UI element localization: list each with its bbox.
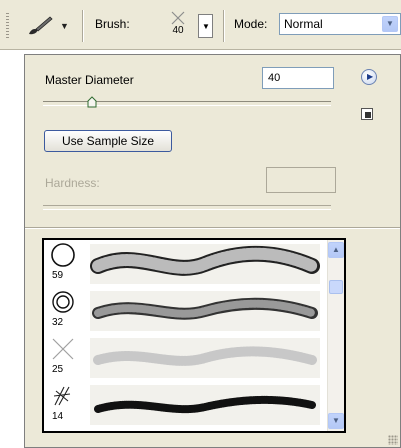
mode-label: Mode: [234, 17, 268, 31]
hardness-slider [43, 205, 331, 210]
preset-size-label: 32 [52, 317, 64, 328]
tool-preset-dropdown-icon[interactable]: ▼ [60, 21, 69, 31]
options-bar: ▼ Brush: 40 ▼ Mode: Normal ▼ [0, 0, 401, 50]
brush-preset-list: 59 32 25 14 ▲ ▼ [42, 238, 346, 433]
play-arrow-icon: ▶ [367, 72, 374, 81]
master-diameter-label: Master Diameter [45, 73, 134, 87]
toolbar-grip[interactable] [6, 12, 9, 40]
hardness-label: Hardness: [45, 176, 100, 190]
toolbar-separator [82, 10, 84, 42]
hardness-input [266, 167, 336, 193]
brush-stroke-preview [90, 338, 320, 378]
brush-picker-button[interactable]: ▼ [198, 14, 213, 38]
mode-value: Normal [284, 17, 323, 31]
brush-list-scrollbar[interactable]: ▲ ▼ [327, 240, 344, 431]
brush-label: Brush: [95, 17, 130, 31]
scroll-up-button[interactable]: ▲ [328, 242, 344, 258]
brush-size-label: 40 [172, 25, 184, 36]
brush-preview[interactable]: 40 [167, 10, 189, 44]
master-diameter-input[interactable]: 40 [262, 67, 334, 89]
brush-preset-item[interactable]: 25 [44, 334, 322, 380]
brush-stroke-preview [90, 291, 320, 331]
panel-divider [25, 227, 400, 229]
soft-brush-tip-icon [171, 11, 185, 25]
preset-size-label: 25 [52, 364, 64, 375]
master-diameter-slider-thumb[interactable] [87, 96, 97, 108]
scroll-down-button[interactable]: ▼ [328, 413, 344, 429]
preset-size-label: 59 [52, 270, 64, 281]
brush-preset-item[interactable]: 14 [44, 381, 322, 427]
chevron-down-icon: ▼ [332, 416, 340, 425]
chevron-up-icon: ▲ [332, 245, 340, 254]
brush-stroke-preview [90, 244, 320, 284]
brush-stroke-preview [90, 385, 320, 425]
brush-tool-icon[interactable] [26, 15, 54, 37]
resize-grip[interactable] [388, 435, 398, 445]
new-preset-icon[interactable] [361, 108, 373, 120]
preset-size-label: 14 [52, 411, 64, 422]
panel-menu-button[interactable]: ▶ [361, 69, 377, 85]
scrollbar-thumb[interactable] [329, 280, 343, 294]
brush-picker-panel: Master Diameter 40 ▶ Use Sample Size Har… [24, 54, 401, 448]
brush-preset-item[interactable]: 59 [44, 240, 322, 286]
toolbar-separator [223, 10, 225, 42]
chevron-down-icon: ▼ [386, 19, 394, 28]
brush-preset-item[interactable]: 32 [44, 287, 322, 333]
mode-dropdown-button[interactable]: ▼ [382, 16, 398, 32]
use-sample-size-button[interactable]: Use Sample Size [44, 130, 172, 152]
mode-select[interactable]: Normal ▼ [279, 13, 401, 35]
master-diameter-value: 40 [268, 72, 281, 84]
chevron-down-icon: ▼ [202, 22, 210, 31]
